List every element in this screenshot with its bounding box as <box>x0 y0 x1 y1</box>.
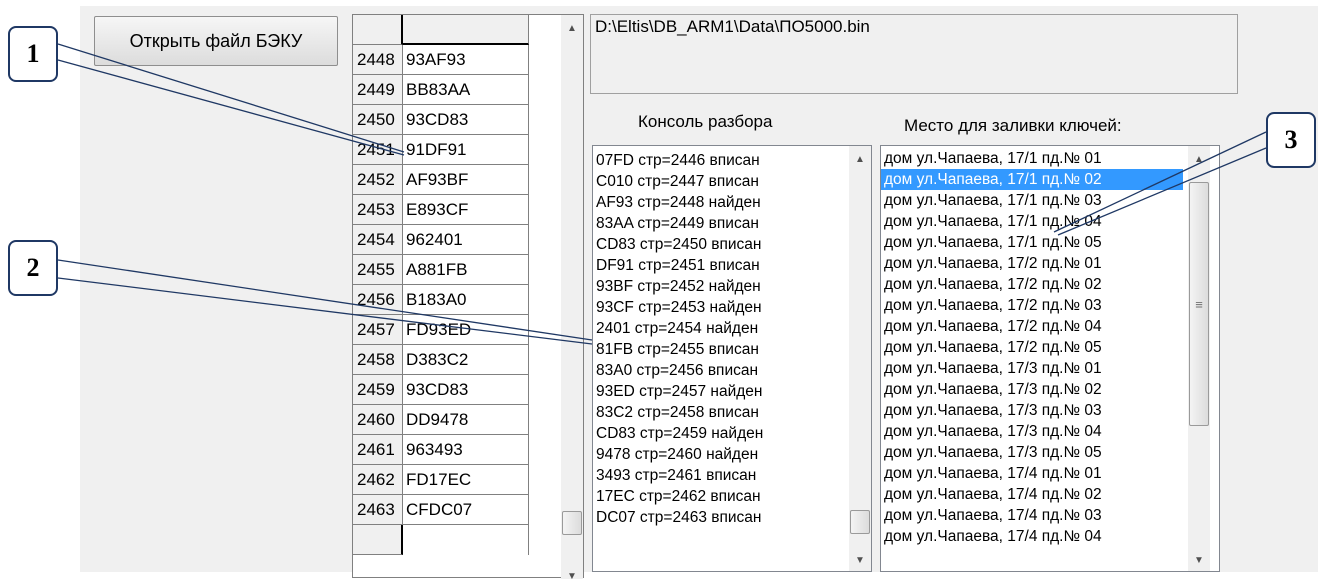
leader-line-1a <box>57 43 405 153</box>
leader-line-3a <box>1053 131 1267 233</box>
callout-3: 3 <box>1266 112 1316 168</box>
leader-line-1b <box>57 59 405 156</box>
leader-line-2b <box>57 277 593 345</box>
callout-leader-lines <box>57 43 1267 345</box>
leader-line-3b <box>1057 147 1267 236</box>
callout-2: 2 <box>8 240 58 296</box>
leader-line-2a <box>57 259 593 341</box>
callout-1: 1 <box>8 26 58 82</box>
